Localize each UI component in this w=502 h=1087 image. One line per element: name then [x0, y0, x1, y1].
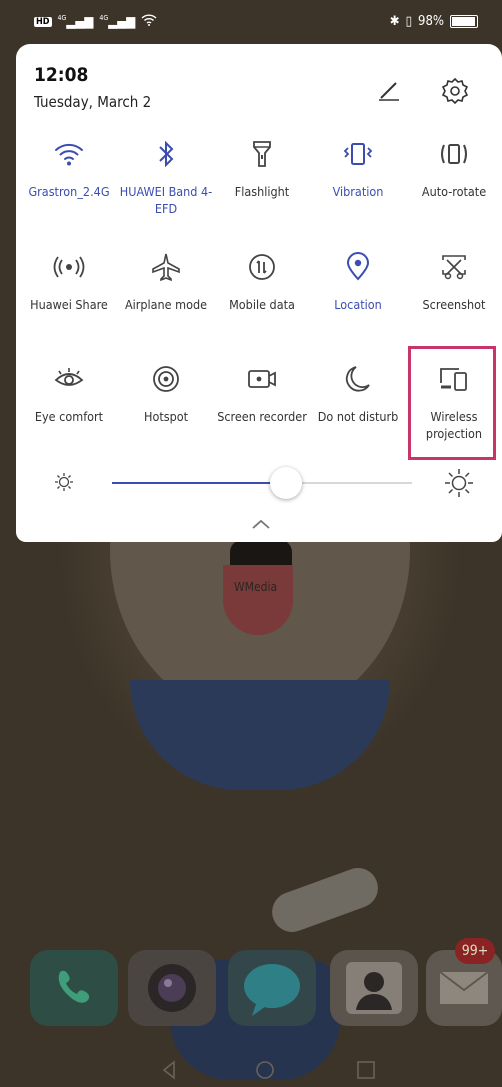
home-icon[interactable]: [256, 1061, 274, 1079]
location-icon: [310, 250, 406, 284]
tile-hotspot[interactable]: Hotspot: [118, 362, 214, 457]
tile-location[interactable]: Location: [310, 250, 406, 345]
screen-recorder-icon: [214, 362, 310, 396]
airplane-icon: [118, 250, 214, 284]
wallpaper-watermark: WMedia: [234, 580, 278, 594]
phone-app[interactable]: [30, 950, 118, 1026]
vibration-status-icon: ▯: [405, 14, 412, 29]
clock-time: 12:08: [34, 64, 89, 86]
tile-vibration[interactable]: Vibration: [310, 137, 406, 232]
camera-app[interactable]: [128, 950, 216, 1026]
tile-label: Location: [334, 297, 382, 312]
email-badge: 99+: [455, 938, 495, 964]
tile-huawei-share[interactable]: Huawei Share: [21, 250, 117, 345]
tile-mobile-data[interactable]: Mobile data: [214, 250, 310, 345]
clock-date: Tuesday, March 2: [34, 93, 152, 111]
vibration-icon: [310, 137, 406, 171]
settings-button[interactable]: [440, 76, 470, 106]
tile-screen-recorder[interactable]: Screen recorder: [214, 362, 310, 457]
gear-icon: [441, 77, 469, 105]
moon-icon: [310, 362, 406, 396]
navigation-bar: [162, 1060, 375, 1080]
auto-rotate-icon: [406, 137, 502, 171]
brightness-slider-fill: [112, 482, 286, 484]
messages-app[interactable]: [228, 950, 316, 1026]
battery-icon: [450, 15, 478, 28]
screenshot-icon: [406, 250, 502, 284]
wifi-icon: [141, 14, 157, 30]
tile-label: Do not disturb: [317, 409, 399, 424]
status-bar: HD 4G▂▄▆ 4G▂▄▆ ✱ ▯ 98%: [0, 0, 502, 44]
tile-label: Screenshot: [422, 297, 486, 312]
tile-flashlight[interactable]: Flashlight: [214, 137, 310, 232]
brightness-slider-thumb[interactable]: [270, 467, 302, 499]
tile-label: Airplane mode: [124, 297, 208, 312]
bone: [266, 862, 384, 938]
tile-airplane-mode[interactable]: Airplane mode: [118, 250, 214, 345]
back-icon[interactable]: [162, 1060, 175, 1080]
mobile-data-icon: [214, 250, 310, 284]
tile-label: Vibration: [332, 184, 384, 199]
signal-icon: 4G▂▄▆: [57, 14, 94, 30]
chevron-up-icon[interactable]: [251, 518, 271, 530]
wifi-icon: [21, 137, 117, 171]
bluetooth-icon: [118, 137, 214, 171]
tile-bluetooth[interactable]: HUAWEI Band 4-EFD: [118, 137, 214, 232]
brightness-high-icon: [445, 469, 473, 497]
tile-label: HUAWEI Band 4-EFD: [119, 184, 213, 216]
tile-label: Flashlight: [234, 184, 290, 199]
tile-label: Grastron_2.4G: [28, 184, 110, 199]
battery-text: 98%: [418, 14, 444, 29]
brightness-low-icon: [55, 473, 73, 491]
tile-label: Auto-rotate: [421, 184, 487, 199]
tile-wifi[interactable]: Grastron_2.4G: [21, 137, 117, 232]
tile-auto-rotate[interactable]: Auto-rotate: [406, 137, 502, 232]
dog-tongue: [223, 565, 293, 635]
eye-icon: [21, 362, 117, 396]
tile-label: Screen recorder: [217, 409, 307, 424]
contacts-icon: [346, 962, 402, 1014]
contacts-app[interactable]: [330, 950, 418, 1026]
huawei-share-icon: [21, 250, 117, 284]
recents-icon[interactable]: [357, 1061, 375, 1079]
tile-label: Hotspot: [143, 409, 189, 424]
camera-icon: [148, 964, 196, 1012]
tile-screenshot[interactable]: Screenshot: [406, 250, 502, 345]
highlight-box: [408, 346, 496, 460]
tile-label: Huawei Share: [30, 297, 108, 312]
tile-label: Eye comfort: [34, 409, 104, 424]
hotspot-icon: [118, 362, 214, 396]
tile-label: Mobile data: [229, 297, 295, 312]
phone-icon: [58, 970, 90, 1003]
edit-button[interactable]: [375, 76, 403, 104]
flashlight-icon: [214, 137, 310, 171]
pencil-icon: [379, 82, 399, 101]
bluetooth-status-icon: ✱: [389, 14, 400, 29]
messages-icon: [244, 964, 300, 1016]
hd-icon: HD: [34, 17, 52, 27]
brightness-row: [16, 460, 502, 500]
signal-icon: 4G▂▄▆: [99, 14, 136, 30]
tile-do-not-disturb[interactable]: Do not disturb: [310, 362, 406, 457]
dog-scarf: [130, 680, 390, 790]
tile-eye-comfort[interactable]: Eye comfort: [21, 362, 117, 457]
